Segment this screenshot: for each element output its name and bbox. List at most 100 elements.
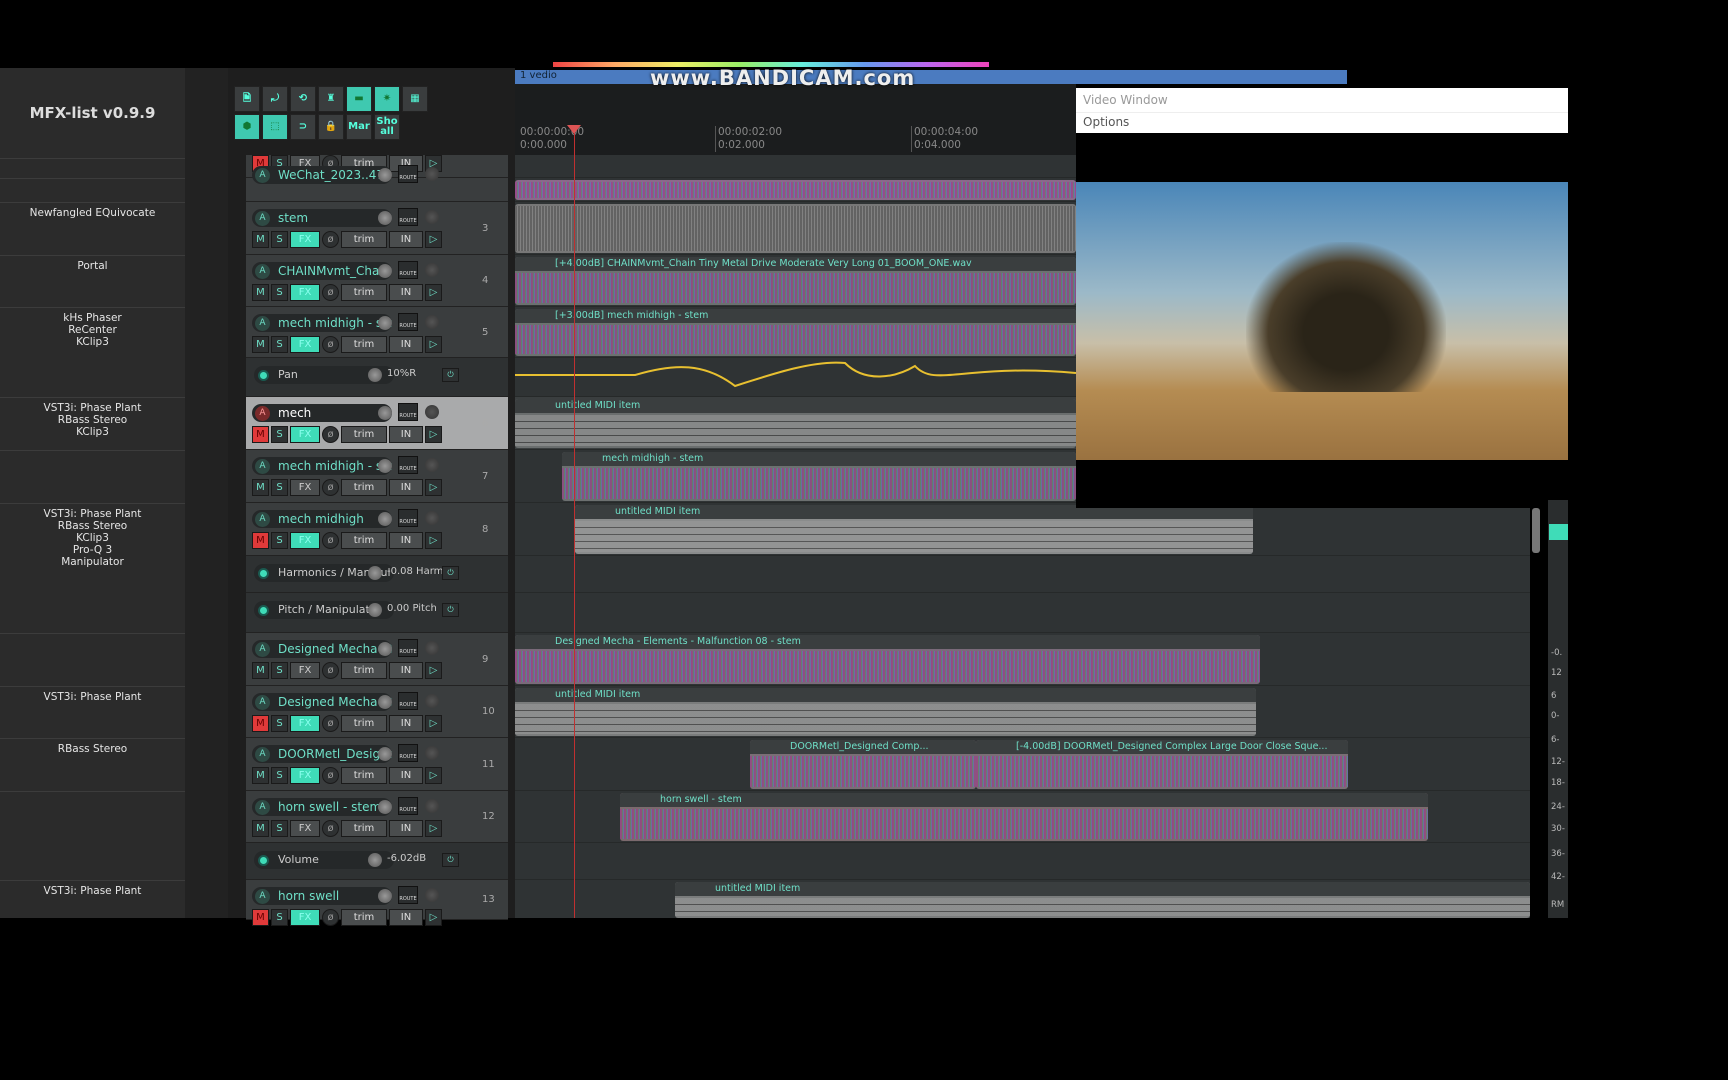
envelope-lane-pan[interactable]: Pan 10%R ⏻ xyxy=(246,358,508,397)
track-name[interactable]: horn swell xyxy=(252,887,392,905)
fx-name[interactable]: ReCenter xyxy=(0,324,185,336)
fx-name[interactable]: VST3i: Phase Plant xyxy=(0,885,185,897)
output-button[interactable]: ▷ xyxy=(425,767,442,784)
record-arm-button[interactable]: A xyxy=(255,264,270,279)
track-10[interactable]: A Designed Mecha ..08 ROUTE M S FX ø trim IN ▷ 10 xyxy=(246,686,508,738)
fx-list-track-10[interactable]: VST3i: Phase Plant xyxy=(0,686,185,703)
fx-button[interactable]: FX xyxy=(290,231,320,248)
phase-button[interactable]: ø xyxy=(322,336,339,353)
pan-knob[interactable] xyxy=(425,210,439,224)
solo-button[interactable]: S xyxy=(271,715,288,732)
trim-envelope-button[interactable]: trim xyxy=(341,820,387,837)
fx-button[interactable]: FX xyxy=(290,715,320,732)
track-name[interactable]: horn swell - stem xyxy=(252,798,392,816)
output-button[interactable]: ▷ xyxy=(425,336,442,353)
playhead-marker-icon[interactable] xyxy=(567,125,581,134)
media-item[interactable]: untitled MIDI item xyxy=(515,688,1256,736)
envelope-lane-harmonics-manipul[interactable]: Harmonics / Manipul -0.08 Harm ⏻ xyxy=(246,556,508,593)
output-button[interactable]: ▷ xyxy=(425,532,442,549)
track-lane[interactable] xyxy=(515,843,1530,880)
time-selection-icon[interactable]: ⬚ xyxy=(262,114,288,140)
route-button[interactable]: ROUTE xyxy=(398,261,418,279)
pan-knob[interactable] xyxy=(425,315,439,329)
pan-knob[interactable] xyxy=(425,511,439,525)
track-11[interactable]: A DOORMetl_Designec ROUTE M S FX ø trim IN ▷ 11 xyxy=(246,738,508,791)
media-item[interactable]: DOORMetl_Designed Comp... xyxy=(750,740,976,789)
video-track-bar[interactable]: 1 vedio xyxy=(515,70,1347,84)
input-button[interactable]: IN xyxy=(389,426,423,443)
envelope-bypass-button[interactable]: ⏻ xyxy=(442,853,459,867)
track-lane[interactable] xyxy=(515,556,1530,593)
route-button[interactable]: ROUTE xyxy=(398,456,418,474)
fx-button[interactable]: FX xyxy=(290,662,320,679)
solo-button[interactable]: S xyxy=(271,532,288,549)
volume-knob[interactable] xyxy=(378,459,392,473)
envelope-toggle-icon[interactable] xyxy=(258,605,269,616)
fx-button[interactable]: FX xyxy=(290,336,320,353)
fx-list-track-6[interactable]: VST3i: Phase Plant RBass Stereo KClip3 xyxy=(0,397,185,438)
video-window[interactable]: Video Window Options xyxy=(1076,88,1568,508)
track-7[interactable]: Amech midhigh - stem ROUTE MSFXøtrimIN▷ 7 xyxy=(246,450,508,503)
pan-knob[interactable] xyxy=(425,641,439,655)
input-button[interactable]: IN xyxy=(389,767,423,784)
output-button[interactable]: ▷ xyxy=(425,662,442,679)
trim-envelope-button[interactable]: trim xyxy=(341,715,387,732)
track-name[interactable]: WeChat_2023​..4729 xyxy=(252,166,392,184)
fx-name[interactable]: KClip3 xyxy=(0,532,185,544)
output-button[interactable]: ▷ xyxy=(425,715,442,732)
fx-list-track-12[interactable] xyxy=(0,791,185,796)
route-button[interactable]: ROUTE xyxy=(398,639,418,657)
mute-button[interactable]: M xyxy=(252,662,269,679)
track-5[interactable]: Amech midhigh - stem ROUTE MSFXøtrimIN▷ 5 xyxy=(246,307,508,358)
record-arm-button[interactable]: A xyxy=(255,642,270,657)
track-name[interactable]: mech midhigh - stem xyxy=(252,457,392,475)
track-name[interactable]: mech midhigh - stem xyxy=(252,314,392,332)
output-button[interactable]: ▷ xyxy=(425,479,442,496)
loop-off-icon[interactable]: ⤾ xyxy=(262,86,288,112)
mute-button[interactable]: M xyxy=(252,532,269,549)
phase-button[interactable]: ø xyxy=(322,532,339,549)
grid-select-icon[interactable]: ▦ xyxy=(402,86,428,112)
envelope-knob[interactable] xyxy=(368,853,382,867)
envelope-lane-volume[interactable]: Volume -6.02dB ⏻ xyxy=(246,843,508,880)
solo-button[interactable]: S xyxy=(271,909,288,926)
envelope-knob[interactable] xyxy=(368,368,382,382)
envelope-toggle-icon[interactable] xyxy=(258,855,269,866)
volume-knob[interactable] xyxy=(378,695,392,709)
overlap-items-icon[interactable]: ▬ xyxy=(346,86,372,112)
fx-name[interactable]: RBass Stereo xyxy=(0,743,185,755)
phase-button[interactable]: ø xyxy=(322,909,339,926)
volume-knob[interactable] xyxy=(378,316,392,330)
media-item[interactable]: [+4.00dB] CHAINMvmt_Chain Tiny Metal Dri… xyxy=(515,257,1076,305)
fx-button[interactable]: FX xyxy=(290,820,320,837)
mute-button[interactable]: M xyxy=(252,909,269,926)
fx-name[interactable]: kHs Phaser xyxy=(0,312,185,324)
track-name[interactable]: Designed Mecha ..08 xyxy=(252,693,392,711)
trim-envelope-button[interactable]: trim xyxy=(341,909,387,926)
input-button[interactable]: IN xyxy=(389,479,423,496)
trim-envelope-button[interactable]: trim xyxy=(341,767,387,784)
track-partial[interactable]: A WeChat_2023​..4729 ROUTE xyxy=(246,165,508,202)
fx-button[interactable]: FX xyxy=(290,426,320,443)
route-button[interactable]: ROUTE xyxy=(398,692,418,710)
phase-button[interactable]: ø xyxy=(322,426,339,443)
media-item[interactable] xyxy=(515,204,1076,253)
record-arm-button[interactable]: A xyxy=(255,168,270,183)
track-name[interactable]: mech xyxy=(252,404,392,422)
volume-knob[interactable] xyxy=(378,211,392,225)
mute-button[interactable]: M xyxy=(252,231,269,248)
record-arm-button[interactable]: A xyxy=(255,211,270,226)
track-name[interactable]: mech midhigh xyxy=(252,510,392,528)
envelope-toggle-icon[interactable] xyxy=(258,568,269,579)
volume-knob[interactable] xyxy=(378,512,392,526)
fx-list-track-8[interactable]: VST3i: Phase Plant RBass Stereo KClip3 Pro-… xyxy=(0,503,185,568)
media-item[interactable]: untitled MIDI item xyxy=(515,399,1076,448)
track-6[interactable]: Amech ROUTE M S FX ø trim IN ▷ 6 xyxy=(246,397,508,450)
output-button[interactable]: ▷ xyxy=(425,284,442,301)
record-arm-button[interactable]: A xyxy=(255,695,270,710)
media-item[interactable]: horn swell - stem xyxy=(620,793,1428,841)
phase-button[interactable]: ø xyxy=(322,231,339,248)
input-button[interactable]: IN xyxy=(389,909,423,926)
volume-knob[interactable] xyxy=(378,642,392,656)
fx-name[interactable]: VST3i: Phase Plant xyxy=(0,402,185,414)
